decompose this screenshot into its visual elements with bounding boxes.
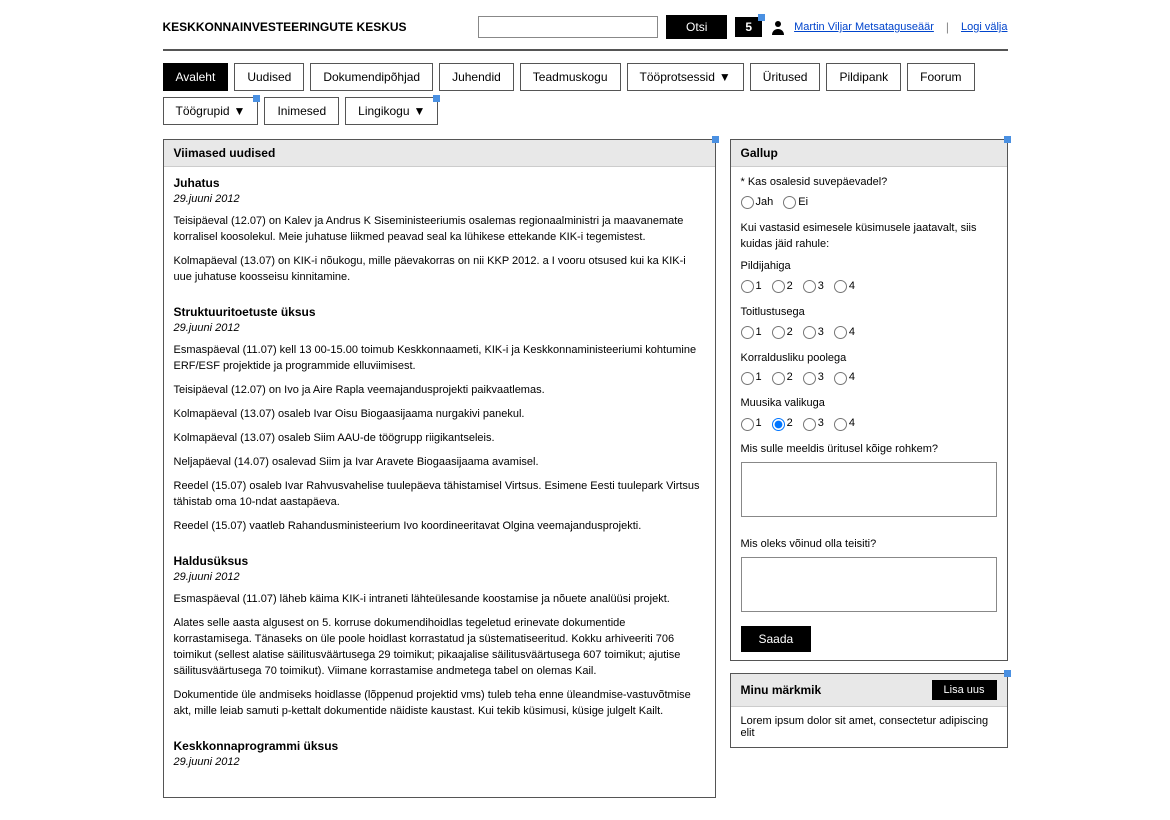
news-paragraph: Kolmapäeval (13.07) osaleb Ivar Oisu Bio… [174,407,705,423]
news-paragraph: Reedel (15.07) osaleb Ivar Rahvusvahelis… [174,479,705,511]
nav-item-foorum[interactable]: Foorum [907,63,974,91]
main-nav: AvalehtUudisedDokumendipõhjadJuhendidTea… [163,63,1008,125]
news-item: Haldusüksus29.juuni 2012 Esmaspäeval (11.… [174,553,705,720]
poll-rating-3: 1 2 3 4 [741,370,997,386]
poll-submit-button[interactable]: Saada [741,626,812,652]
poll-opt-yes[interactable]: Jah [741,195,774,211]
poll-textarea-diff[interactable] [741,557,997,612]
nav-item-üritused[interactable]: Üritused [750,63,821,91]
news-item-date: 29.juuni 2012 [174,570,705,586]
poll-cat1: Pildijahiga [741,259,997,275]
header: KESKKONNAINVESTEERINGUTE KESKUS Otsi 5 M… [163,10,1008,49]
news-paragraph: Dokumentide üle andmiseks hoidlasse (lõp… [174,688,705,720]
news-paragraph: Teisipäeval (12.07) on Kalev ja Andrus K… [174,214,705,246]
nav-item-avaleht[interactable]: Avaleht [163,63,229,91]
chevron-down-icon: ▼ [414,104,426,118]
news-item-title: Keskkonnaprogrammi üksus [174,738,705,755]
news-item-date: 29.juuni 2012 [174,755,705,771]
news-paragraph: Neljapäeval (14.07) osalevad Siim ja Iva… [174,455,705,471]
poll-intro: Kui vastasid esimesele küsimusele jaatav… [741,221,997,253]
poll-rating-1: 1 2 3 4 [741,279,997,295]
notes-body: Lorem ipsum dolor sit amet, consectetur … [731,707,1007,747]
notes-add-button[interactable]: Lisa uus [932,680,997,700]
poll-q-diff: Mis oleks võinud olla teisiti? [741,537,997,553]
news-paragraph: Kolmapäeval (13.07) on KIK-i nõukogu, mi… [174,254,705,286]
search-button[interactable]: Otsi [666,15,727,39]
user-profile-link[interactable]: Martin Viljar Metsataguseäär [794,21,934,33]
news-paragraph: Teisipäeval (12.07) on Ivo ja Aire Rapla… [174,383,705,399]
search-input[interactable] [478,16,658,38]
poll-panel: Gallup * Kas osalesid suvepäevadel? Jah … [730,139,1008,661]
news-panel-header: Viimased uudised [164,140,715,167]
news-item: Juhatus29.juuni 2012 Teisipäeval (12.07) … [174,175,705,286]
news-item-date: 29.juuni 2012 [174,192,705,208]
poll-q1: * Kas osalesid suvepäevadel? [741,175,997,191]
nav-item-inimesed[interactable]: Inimesed [264,97,339,125]
brand-title: KESKKONNAINVESTEERINGUTE KESKUS [163,20,407,34]
news-paragraph: Esmaspäeval (11.07) läheb käima KIK-i in… [174,592,705,608]
logout-link[interactable]: Logi välja [961,21,1007,33]
poll-q-like: Mis sulle meeldis üritusel kõige rohkem? [741,442,997,458]
header-rule [163,49,1008,51]
poll-rating-4: 1 2 3 4 [741,416,997,432]
user-icon [770,19,786,35]
news-item-title: Haldusüksus [174,553,705,570]
news-item: Struktuuritoetuste üksus29.juuni 2012 Esm… [174,304,705,535]
poll-textarea-like[interactable] [741,462,997,517]
divider: | [946,20,949,34]
poll-cat4: Muusika valikuga [741,396,997,412]
nav-item-teadmuskogu[interactable]: Teadmuskogu [520,63,621,91]
nav-item-lingikogu[interactable]: Lingikogu▼ [345,97,438,125]
nav-item-pildipank[interactable]: Pildipank [826,63,901,91]
news-item: Keskkonnaprogrammi üksus29.juuni 2012 [174,738,705,771]
poll-rating-2: 1 2 3 4 [741,325,997,341]
poll-opt-no[interactable]: Ei [783,195,808,211]
notes-panel: Minu märkmik Lisa uus Lorem ipsum dolor … [730,673,1008,748]
chevron-down-icon: ▼ [234,104,246,118]
news-panel: Viimased uudised Juhatus29.juuni 2012Tei… [163,139,716,798]
news-paragraph: Reedel (15.07) vaatleb Rahandusministeer… [174,519,705,535]
notes-panel-header: Minu märkmik Lisa uus [731,674,1007,707]
news-item-date: 29.juuni 2012 [174,321,705,337]
nav-item-juhendid[interactable]: Juhendid [439,63,514,91]
news-paragraph: Kolmapäeval (13.07) osaleb Siim AAU-de t… [174,431,705,447]
news-paragraph: Alates selle aasta algusest on 5. korrus… [174,616,705,680]
nav-item-töögrupid[interactable]: Töögrupid▼ [163,97,259,125]
poll-cat2: Toitlustusega [741,305,997,321]
chevron-down-icon: ▼ [719,70,731,84]
news-item-title: Juhatus [174,175,705,192]
nav-item-tööprotsessid[interactable]: Tööprotsessid▼ [627,63,744,91]
poll-cat3: Korraldusliku poolega [741,351,997,367]
poll-panel-header: Gallup [731,140,1007,167]
news-paragraph: Esmaspäeval (11.07) kell 13 00-15.00 toi… [174,343,705,375]
news-item-title: Struktuuritoetuste üksus [174,304,705,321]
nav-item-dokumendipõhjad[interactable]: Dokumendipõhjad [310,63,433,91]
notification-badge[interactable]: 5 [735,17,762,37]
nav-item-uudised[interactable]: Uudised [234,63,304,91]
